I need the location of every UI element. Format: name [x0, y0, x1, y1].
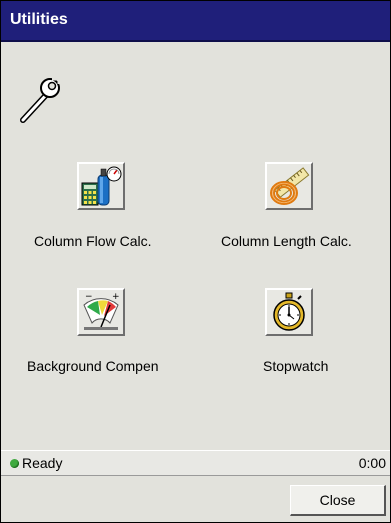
- status-bar: Ready 0:00: [1, 450, 390, 476]
- window-title: Utilities: [10, 11, 68, 28]
- title-bar: Utilities: [1, 1, 390, 42]
- status-timer: 0:00: [358, 455, 386, 471]
- wrench-icon: [20, 77, 61, 123]
- svg-text:+: +: [112, 292, 120, 302]
- stopwatch-label: Stopwatch: [263, 358, 329, 374]
- background-compensation-button[interactable]: − +: [77, 288, 125, 336]
- column-length-calc-icon: [270, 167, 310, 205]
- background-compensation-label: Background Compen: [27, 358, 159, 374]
- column-length-calc-button[interactable]: [265, 162, 313, 210]
- status-indicator-icon: [10, 459, 19, 468]
- stopwatch-icon: [273, 292, 305, 331]
- background-compensation-icon: − +: [83, 292, 120, 330]
- utilities-panel: Column Flow Calc. Column Length Calc. − …: [1, 42, 390, 450]
- footer: Close: [1, 476, 390, 522]
- status-text: Ready: [22, 455, 63, 471]
- stopwatch-button[interactable]: [265, 288, 313, 336]
- close-button[interactable]: Close: [290, 485, 386, 516]
- column-flow-calc-button[interactable]: [77, 162, 125, 210]
- column-flow-calc-icon: [81, 166, 122, 206]
- column-length-calc-label: Column Length Calc.: [221, 233, 352, 249]
- utilities-window: Utilities Column Flow Calc. Column Lengt…: [0, 0, 391, 523]
- column-flow-calc-label: Column Flow Calc.: [34, 233, 152, 249]
